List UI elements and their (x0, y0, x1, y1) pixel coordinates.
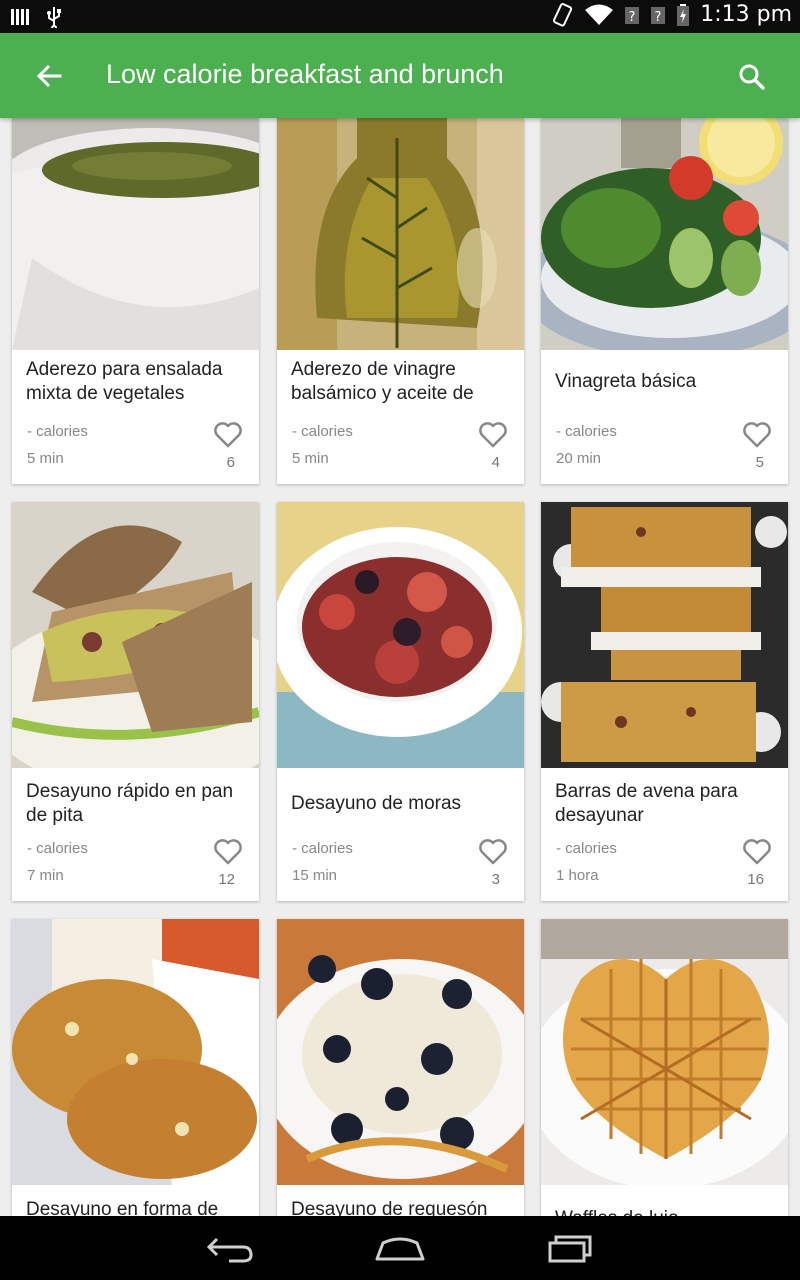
recipe-title: Desayuno de requesón (291, 1199, 488, 1216)
recipe-card[interactable]: Aderezo para ensalada mixta de vegetales… (12, 118, 259, 484)
recipe-card[interactable]: Barras de avena para desayunar - calorie… (541, 502, 788, 901)
wifi-icon (584, 3, 614, 27)
nav-home-icon (375, 1237, 425, 1261)
battery-icon (676, 3, 690, 27)
svg-text:?: ? (629, 10, 636, 25)
usb-icon (46, 6, 62, 28)
back-button[interactable] (30, 57, 68, 95)
heart-outline-icon (743, 839, 771, 865)
heart-outline-icon (479, 839, 507, 865)
heart-outline-icon (214, 422, 242, 448)
recipe-time: 20 min (556, 450, 602, 467)
nav-recents-button[interactable] (540, 1230, 600, 1266)
recipe-image (12, 919, 259, 1185)
search-button[interactable] (732, 57, 772, 97)
signal-bars-icon (10, 7, 32, 27)
recipe-time: 1 hora (556, 867, 599, 884)
recipe-calories: - calories (27, 423, 88, 440)
nav-recents-icon (548, 1235, 592, 1263)
recipe-image (541, 502, 788, 768)
rotation-icon (552, 2, 574, 27)
recipe-calories: - calories (556, 840, 617, 857)
favorite-button[interactable] (213, 421, 243, 449)
recipe-image (541, 919, 788, 1185)
unknown-icon: ? (650, 4, 666, 26)
recipe-card[interactable]: Desayuno rápido en pan de pita - calorie… (12, 502, 259, 901)
recipe-image (277, 502, 524, 768)
heart-outline-icon (479, 422, 507, 448)
recipe-card[interactable]: Aderezo de vinagre balsámico y aceite de… (277, 118, 524, 484)
favorite-count: 16 (747, 871, 764, 888)
favorite-button[interactable] (742, 421, 772, 449)
recipe-card[interactable]: Waffles de lujo (541, 919, 788, 1216)
recipe-title: Waffles de lujo (555, 1207, 776, 1216)
recipe-time: 5 min (27, 450, 64, 467)
recipe-card[interactable]: Desayuno en forma de (12, 919, 259, 1216)
nav-back-button[interactable] (200, 1230, 260, 1266)
unknown-icon: ? (624, 4, 640, 26)
recipe-title: Barras de avena para desayunar (555, 781, 738, 826)
favorite-button[interactable] (213, 838, 243, 866)
recipe-calories: - calories (292, 423, 353, 440)
favorite-button[interactable] (478, 838, 508, 866)
heart-outline-icon (743, 422, 771, 448)
recipe-title: Vinagreta básica (555, 371, 697, 392)
recipe-image (277, 118, 524, 350)
recipe-card[interactable]: Desayuno de requesón (277, 919, 524, 1216)
favorite-button[interactable] (478, 421, 508, 449)
recipe-image (541, 118, 788, 350)
favorite-count: 12 (218, 871, 235, 888)
recipe-card[interactable]: Desayuno de moras - calories 15 min 3 (277, 502, 524, 901)
recipe-list[interactable]: Aderezo para ensalada mixta de vegetales… (0, 118, 800, 1216)
favorite-count: 6 (226, 454, 235, 471)
recipe-calories: - calories (556, 423, 617, 440)
recipe-title: Aderezo para ensalada mixta de vegetales (26, 359, 223, 404)
nav-home-button[interactable] (370, 1230, 430, 1266)
svg-text:?: ? (655, 10, 662, 25)
recipe-image (12, 118, 259, 350)
arrow-left-icon (36, 64, 62, 88)
recipe-title: Desayuno rápido en pan de pita (26, 781, 234, 826)
search-icon (739, 64, 765, 90)
favorite-count: 4 (491, 454, 500, 471)
heart-outline-icon (214, 839, 242, 865)
clock: 1:13 pm (700, 2, 792, 27)
recipe-calories: - calories (27, 840, 88, 857)
recipe-card[interactable]: Vinagreta básica - calories 20 min 5 (541, 118, 788, 484)
recipe-time: 5 min (292, 450, 329, 467)
page-title: Low calorie breakfast and brunch (106, 59, 504, 89)
recipe-time: 15 min (292, 867, 338, 884)
recipe-title: Aderezo de vinagre balsámico y aceite de (291, 359, 474, 404)
status-bar: ? ? 1:13 pm (0, 0, 800, 33)
recipe-title: Desayuno en forma de (26, 1199, 219, 1216)
recipe-time: 7 min (27, 867, 64, 884)
nav-back-icon (206, 1237, 253, 1263)
favorite-count: 5 (755, 454, 764, 471)
app-bar: Low calorie breakfast and brunch (0, 33, 800, 118)
favorite-count: 3 (491, 871, 500, 888)
navigation-bar (0, 1216, 800, 1280)
favorite-button[interactable] (742, 838, 772, 866)
recipe-calories: - calories (292, 840, 353, 857)
recipe-image (277, 919, 524, 1185)
recipe-image (12, 502, 259, 768)
recipe-title: Desayuno de moras (291, 793, 462, 814)
